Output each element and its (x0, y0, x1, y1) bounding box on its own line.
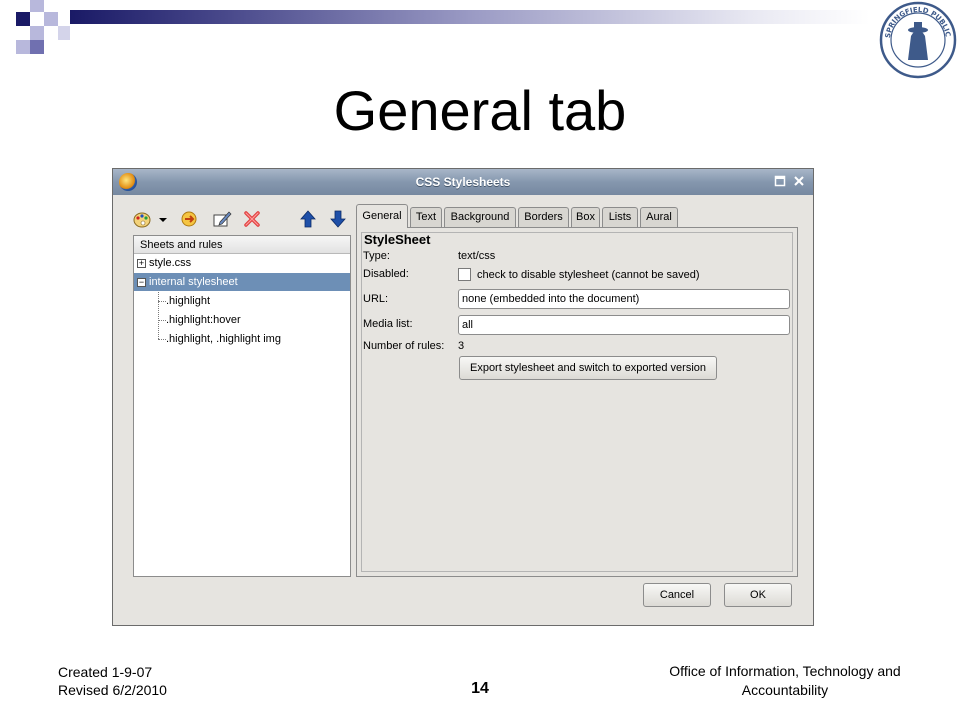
rename-icon[interactable] (179, 209, 201, 229)
stylesheet-group (361, 232, 793, 572)
tab-text[interactable]: Text (410, 207, 442, 227)
sheets-rules-tree[interactable]: Sheets and rules + style.css − internal … (133, 235, 351, 577)
dialog-titlebar[interactable]: CSS Stylesheets (113, 169, 813, 195)
footer-office-line1: Office of Information, Technology and (669, 663, 901, 679)
decor-square-navy (16, 12, 30, 26)
title-accent-bar (70, 10, 870, 24)
media-list-field[interactable]: all (458, 315, 790, 335)
decor-square-purple (30, 40, 44, 54)
footer-office-line2: Accountability (741, 682, 829, 698)
decor-square-lavender (30, 0, 44, 12)
collapse-icon[interactable]: − (137, 278, 146, 287)
delete-icon[interactable] (241, 209, 263, 229)
school-seal-logo: SPRINGFIELD PUBLIC SCHOOLS (878, 0, 957, 79)
decor-square-lavender (16, 40, 30, 54)
decor-square-lavender (44, 12, 58, 26)
ok-button[interactable]: OK (724, 583, 792, 607)
maximize-icon[interactable] (773, 174, 787, 188)
palette-icon[interactable] (131, 209, 153, 229)
tab-box[interactable]: Box (571, 207, 600, 227)
dropdown-arrow-icon[interactable] (157, 209, 169, 229)
tree-item-rule[interactable]: .highlight (134, 292, 350, 310)
number-of-rules-label: Number of rules: (363, 340, 445, 352)
tree-item-label: .highlight (166, 295, 211, 307)
move-down-icon[interactable] (327, 209, 349, 229)
number-of-rules-value: 3 (458, 340, 465, 352)
tree-item-label: .highlight:hover (166, 314, 241, 326)
slide-title: General tab (333, 79, 627, 142)
tree-item-label: style.css (149, 257, 192, 269)
tree-item-label: internal stylesheet (149, 276, 238, 288)
edit-icon[interactable] (211, 209, 233, 229)
dialog-title: CSS Stylesheets (415, 175, 511, 189)
tab-borders[interactable]: Borders (518, 207, 569, 227)
url-label: URL: (363, 293, 389, 305)
tree-item-label: .highlight, .highlight img (166, 333, 281, 345)
decor-square-lavender (30, 26, 44, 40)
disabled-label: Disabled: (363, 268, 409, 280)
disable-checkbox-label[interactable]: check to disable stylesheet (cannot be s… (477, 269, 700, 281)
tree-item-style-css[interactable]: + style.css (134, 254, 350, 272)
url-field[interactable]: none (embedded into the document) (458, 289, 790, 309)
css-stylesheets-dialog: CSS Stylesheets Sheets and rules + style… (112, 168, 814, 626)
tree-item-rule[interactable]: .highlight:hover (134, 311, 350, 329)
tree-header: Sheets and rules (134, 236, 350, 254)
tab-general[interactable]: General (356, 204, 408, 228)
section-title: StyleSheet (364, 232, 431, 247)
disable-stylesheet-checkbox[interactable] (458, 268, 471, 281)
cancel-button[interactable]: Cancel (643, 583, 711, 607)
tree-item-rule[interactable]: .highlight, .highlight img (134, 330, 350, 348)
type-label: Type: (363, 250, 390, 262)
tree-item-internal-stylesheet[interactable]: − internal stylesheet (134, 273, 350, 291)
expand-icon[interactable]: + (137, 259, 146, 268)
export-stylesheet-button[interactable]: Export stylesheet and switch to exported… (459, 356, 717, 380)
media-list-label: Media list: (363, 318, 413, 330)
decor-square-lavender (58, 26, 70, 40)
footer-created: Created 1-9-07 (58, 664, 153, 680)
tab-aural[interactable]: Aural (640, 207, 678, 227)
tab-background[interactable]: Background (444, 207, 516, 227)
footer-office: Office of Information, Technology and Ac… (640, 662, 930, 700)
tab-lists[interactable]: Lists (602, 207, 638, 227)
move-up-icon[interactable] (297, 209, 319, 229)
close-icon[interactable] (792, 174, 806, 188)
type-value: text/css (458, 250, 496, 262)
